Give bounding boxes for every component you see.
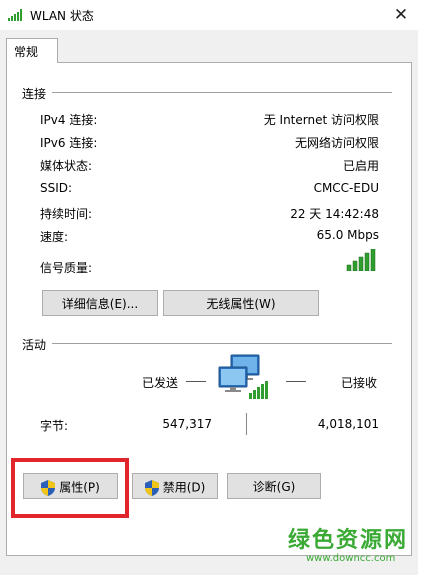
signal-icon bbox=[8, 9, 22, 21]
title-bar: WLAN 状态 ✕ bbox=[0, 0, 423, 30]
ssid-value: CMCC-EDU bbox=[313, 181, 379, 195]
highlight-box bbox=[11, 458, 129, 518]
sent-label: 已发送 bbox=[142, 376, 179, 390]
tab-general-label: 常规 bbox=[14, 45, 39, 59]
ipv6-value: 无网络访问权限 bbox=[294, 136, 379, 150]
ipv4-label: IPv4 连接: bbox=[40, 113, 98, 127]
sent-line bbox=[186, 381, 206, 382]
disable-button[interactable]: 禁用(D) bbox=[132, 473, 218, 499]
wireless-properties-button[interactable]: 无线属性(W) bbox=[163, 290, 319, 316]
disable-button-label: 禁用(D) bbox=[162, 480, 206, 495]
close-button[interactable]: ✕ bbox=[379, 0, 423, 30]
speed-label: 速度: bbox=[40, 230, 69, 244]
duration-value: 22 天 14:42:48 bbox=[290, 207, 379, 221]
ssid-label: SSID: bbox=[40, 181, 73, 195]
activity-section-title: 活动 bbox=[22, 338, 47, 352]
ipv4-value: 无 Internet 访问权限 bbox=[263, 113, 379, 127]
signal-quality-label: 信号质量: bbox=[40, 261, 93, 275]
received-label: 已接收 bbox=[341, 376, 378, 390]
bytes-sent-value: 547,317 bbox=[162, 417, 212, 431]
watermark-title: 绿色资源网 bbox=[288, 528, 409, 553]
received-line bbox=[286, 381, 306, 382]
signal-strength-icon bbox=[346, 249, 376, 271]
duration-label: 持续时间: bbox=[40, 207, 93, 221]
ipv6-label: IPv6 连接: bbox=[40, 136, 98, 150]
bytes-received-value: 4,018,101 bbox=[317, 417, 379, 431]
watermark-url: www.downcc.com bbox=[306, 553, 396, 564]
activity-divider bbox=[52, 343, 392, 344]
window-edge bbox=[418, 30, 423, 575]
tab-general[interactable]: 常规 bbox=[6, 38, 58, 63]
bytes-divider bbox=[246, 413, 247, 435]
media-state-label: 媒体状态: bbox=[40, 159, 93, 173]
details-button[interactable]: 详细信息(E)... bbox=[42, 290, 158, 316]
media-state-value: 已启用 bbox=[342, 159, 379, 173]
close-icon: ✕ bbox=[393, 5, 409, 25]
bytes-label: 字节: bbox=[40, 419, 69, 433]
connection-divider bbox=[52, 92, 392, 93]
window-title: WLAN 状态 bbox=[30, 9, 94, 23]
connection-section-title: 连接 bbox=[22, 87, 47, 101]
speed-value: 65.0 Mbps bbox=[316, 228, 379, 242]
network-computers-icon bbox=[218, 354, 268, 399]
uac-shield-icon bbox=[144, 479, 159, 496]
diagnose-button[interactable]: 诊断(G) bbox=[227, 473, 321, 499]
